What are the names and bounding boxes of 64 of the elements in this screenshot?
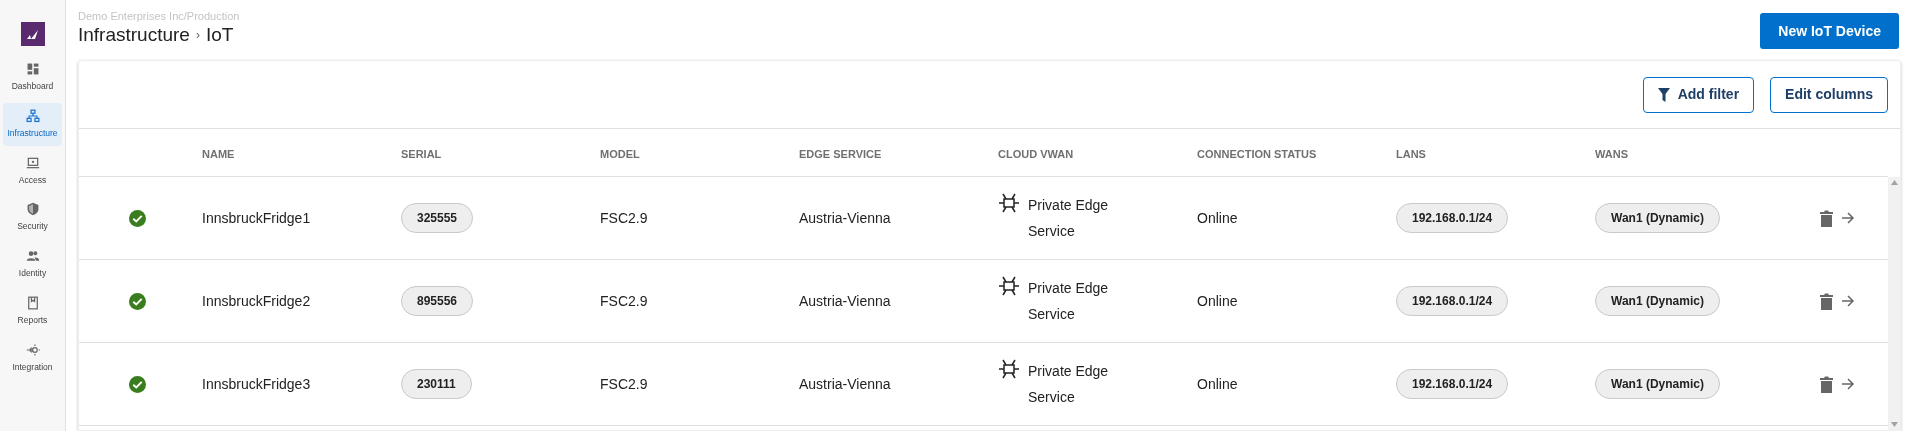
infrastructure-icon xyxy=(25,108,40,123)
logo-icon xyxy=(20,22,45,46)
delete-icon[interactable] xyxy=(1820,375,1833,393)
table-cell: Austria-Vienna xyxy=(799,292,891,309)
identity-icon xyxy=(25,249,40,263)
lan-tag: 192.168.0.1/24 xyxy=(1396,286,1509,316)
column-header: CLOUD VWAN xyxy=(998,147,1074,160)
column-header: NAME xyxy=(202,147,235,160)
access-icon xyxy=(25,155,40,170)
router-icon xyxy=(998,359,1020,379)
table-cell: Online xyxy=(1197,292,1238,309)
sidebar-item[interactable]: Reports xyxy=(3,289,62,333)
wan-tag: Wan1 (Dynamic) xyxy=(1595,369,1720,399)
column-header: CONNECTION STATUS xyxy=(1197,147,1317,160)
reports-icon xyxy=(25,295,40,310)
table-cell-text: Private Edge Service xyxy=(1028,279,1110,324)
sidebar-item[interactable]: Infrastructure xyxy=(3,102,62,146)
serial-tag: 895556 xyxy=(401,286,474,316)
column-header: WANS xyxy=(1595,147,1628,160)
table-cell: FSC2.9 xyxy=(600,375,648,392)
table-cell: InnsbruckFridge1 xyxy=(202,209,311,226)
new-device-button[interactable]: New IoT Device xyxy=(1760,13,1899,49)
table-cell: FSC2.9 xyxy=(600,209,648,226)
table-cell: InnsbruckFridge2 xyxy=(202,292,311,309)
table-cell: Online xyxy=(1197,375,1238,392)
column-header: SERIAL xyxy=(401,147,442,160)
table-cell-text: Private Edge Service xyxy=(1028,362,1110,407)
sidebar-item[interactable]: Identity xyxy=(3,243,62,286)
lan-tag: 192.168.0.1/24 xyxy=(1396,203,1509,233)
wan-tag: Wan1 (Dynamic) xyxy=(1595,203,1720,233)
breadcrumb-separator: › xyxy=(195,27,200,44)
table-cell: Austria-Vienna xyxy=(799,375,891,392)
column-header: MODEL xyxy=(600,147,640,160)
table-cell: Online xyxy=(1197,209,1238,226)
toolbar-button[interactable]: Add filter xyxy=(1642,76,1755,113)
sidebar-item[interactable]: Dashboard xyxy=(3,56,62,99)
router-icon xyxy=(998,193,1020,213)
wan-tag: Wan1 (Dynamic) xyxy=(1595,286,1720,316)
serial-tag: 325555 xyxy=(401,203,474,233)
arrow-right-icon[interactable] xyxy=(1841,294,1855,308)
table-cell: FSC2.9 xyxy=(600,292,648,309)
toolbar-button[interactable]: Edit columns xyxy=(1770,76,1888,113)
dashboard-icon xyxy=(25,62,40,76)
security-icon xyxy=(25,202,40,217)
organization-path: Demo Enterprises Inc/Production xyxy=(78,10,240,23)
table-cell: InnsbruckFridge3 xyxy=(202,375,311,392)
column-header: EDGE SERVICE xyxy=(799,147,882,160)
delete-icon[interactable] xyxy=(1820,292,1833,310)
table-cell: Austria-Vienna xyxy=(799,209,891,226)
sidebar-item[interactable]: Access xyxy=(3,149,62,193)
router-icon xyxy=(998,276,1020,296)
filter-icon xyxy=(1657,87,1670,102)
sidebar-item[interactable]: Security xyxy=(3,196,62,239)
integration-icon xyxy=(25,342,40,357)
sidebar-item[interactable]: Integration xyxy=(3,336,62,380)
serial-tag: 230111 xyxy=(401,369,472,399)
arrow-right-icon[interactable] xyxy=(1841,211,1855,225)
table-cell-text: Private Edge Service xyxy=(1028,196,1110,241)
lan-tag: 192.168.0.1/24 xyxy=(1396,369,1509,399)
delete-icon[interactable] xyxy=(1820,209,1833,227)
breadcrumb-link[interactable]: Infrastructure xyxy=(78,23,190,47)
arrow-right-icon[interactable] xyxy=(1841,377,1855,391)
breadcrumb-current: IoT xyxy=(205,23,234,47)
column-header: LANS xyxy=(1396,147,1426,160)
